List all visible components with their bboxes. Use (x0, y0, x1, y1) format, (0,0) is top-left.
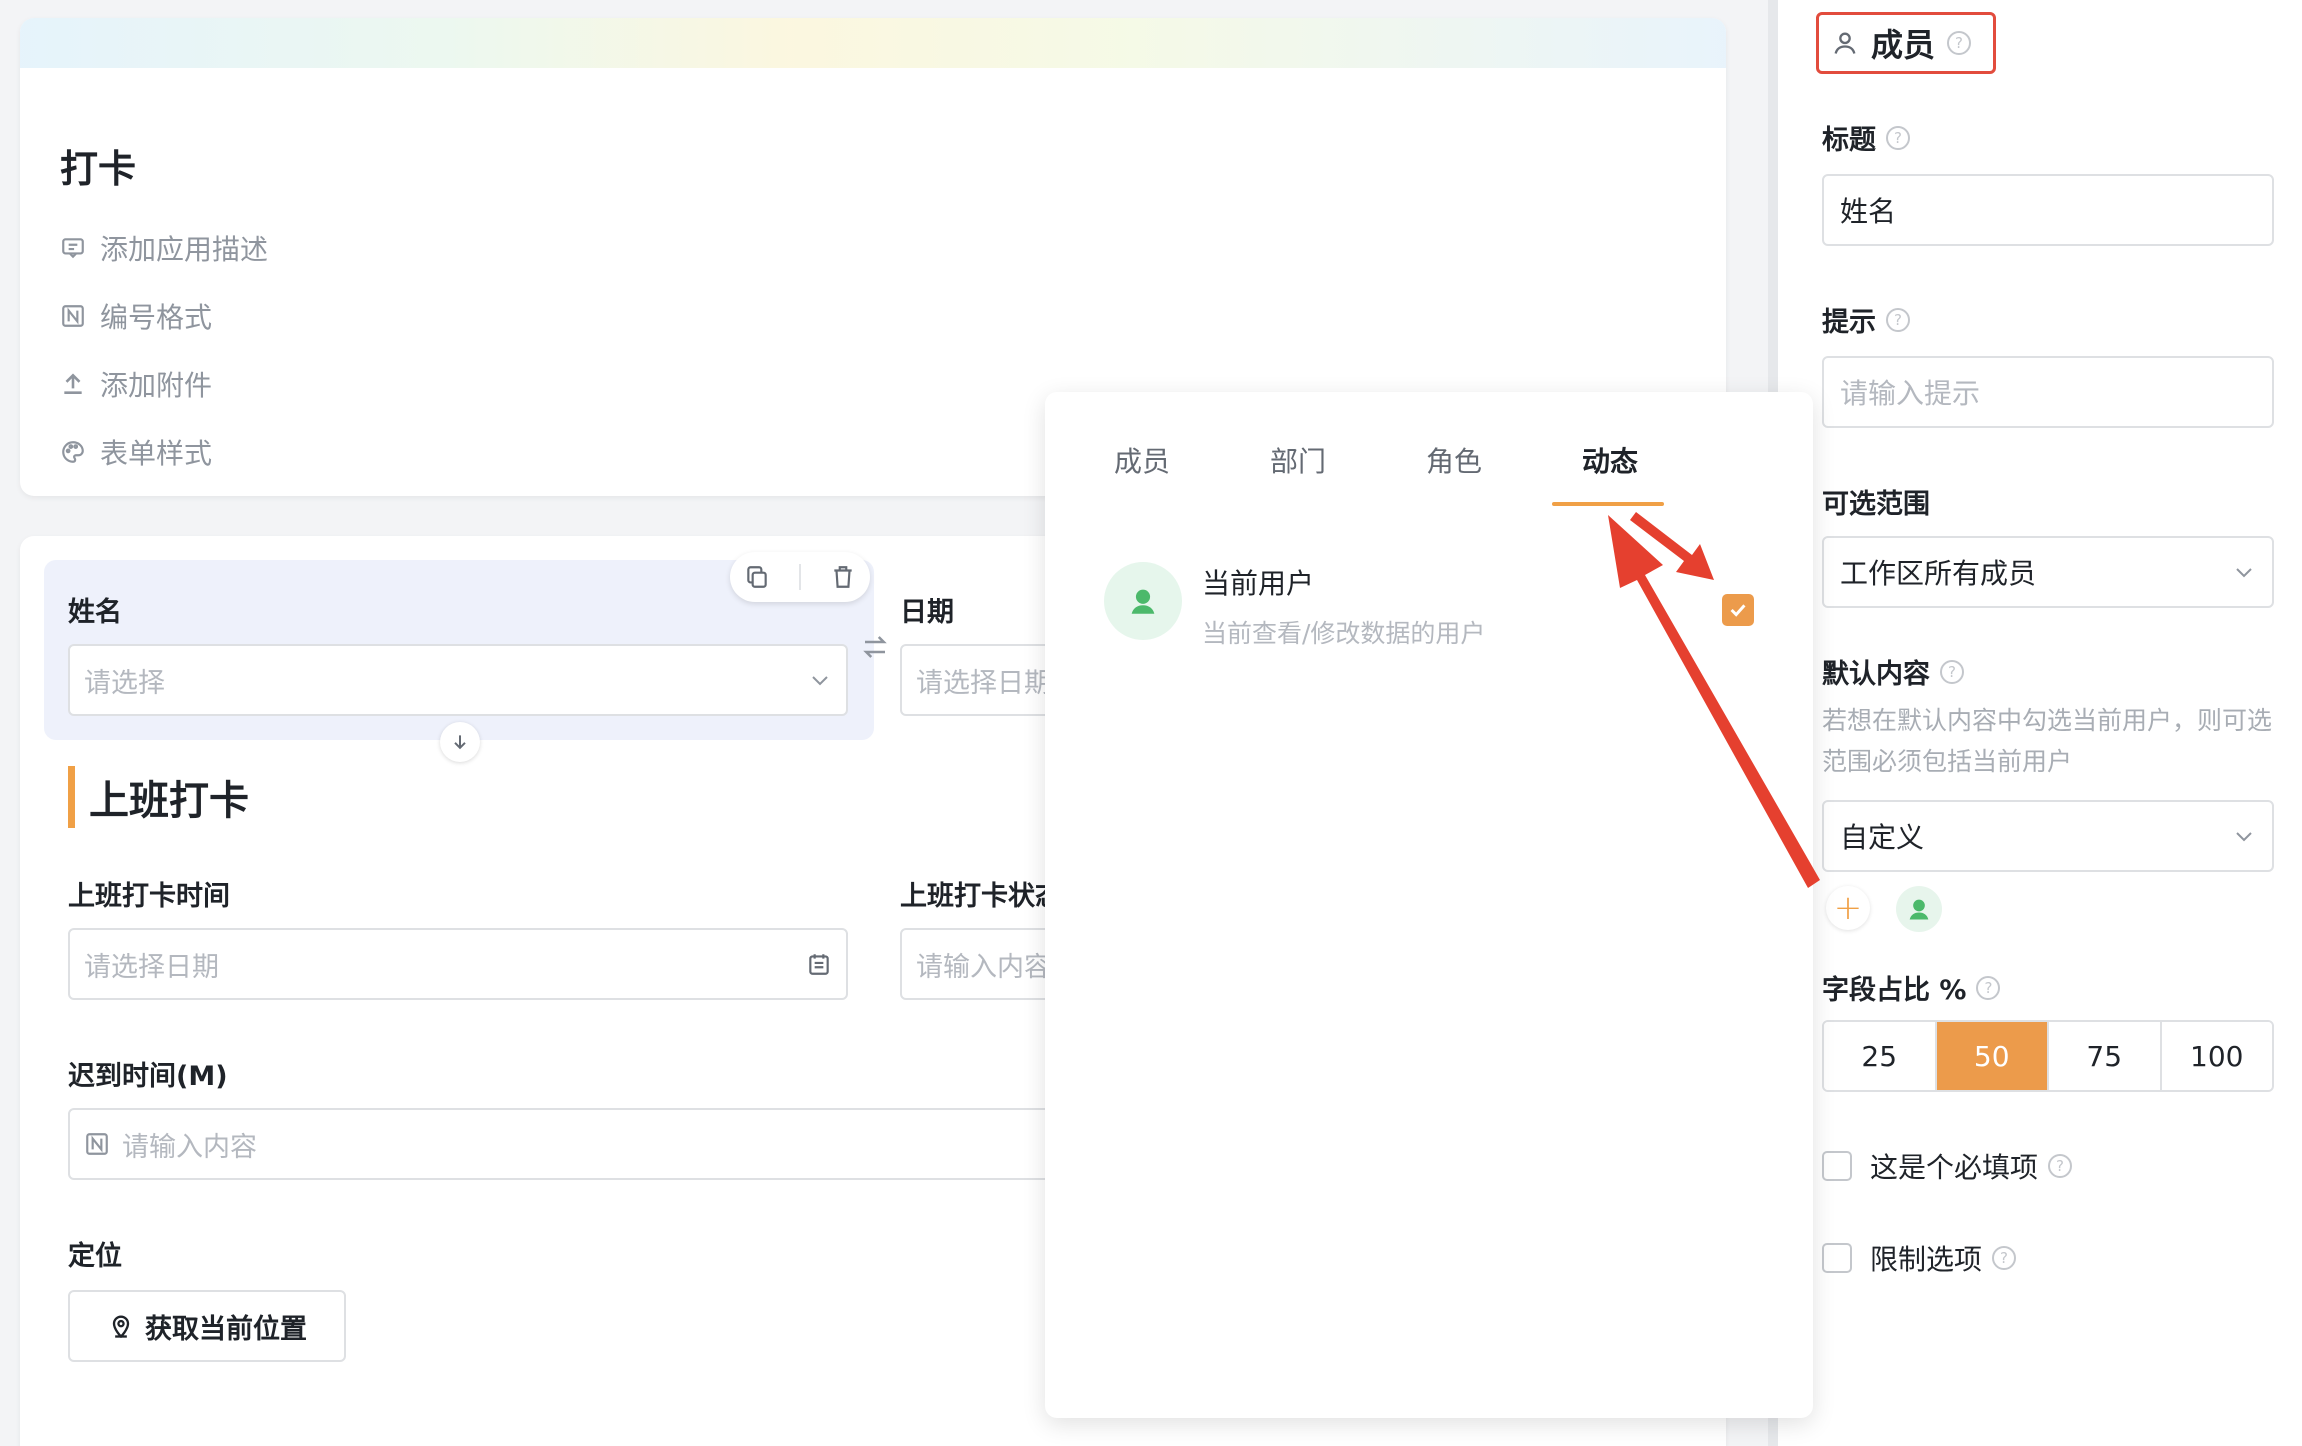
chevron-down-icon (2236, 568, 2252, 578)
swap-icon[interactable] (860, 632, 890, 666)
field-toolbar (730, 552, 870, 602)
form-style-label: 表单样式 (100, 437, 213, 470)
default-setting-text: 默认内容 (1822, 659, 1930, 690)
hint-setting-text: 提示 (1822, 307, 1876, 338)
range-setting-text: 可选范围 (1822, 489, 1930, 520)
help-icon[interactable]: ? (1992, 1246, 2017, 1270)
get-location-button[interactable]: 获取当前位置 (68, 1290, 346, 1362)
help-icon[interactable]: ? (2048, 1154, 2073, 1178)
name-select[interactable]: 请选择 (68, 644, 848, 716)
default-setting-label: 默认内容 ? (1822, 652, 1964, 691)
calendar-icon (809, 954, 829, 975)
tab-dynamic[interactable]: 动态 (1582, 440, 1638, 480)
location-label: 定位 (68, 1241, 122, 1272)
limit-checkbox[interactable] (1822, 1243, 1852, 1273)
current-user-avatar (1104, 562, 1182, 640)
default-select[interactable]: 自定义 (1822, 800, 2274, 872)
default-user-avatar[interactable] (1896, 886, 1942, 932)
add-default-button[interactable]: + (1826, 886, 1870, 930)
name-field-label: 姓名 (68, 597, 122, 628)
move-down-button[interactable] (440, 722, 480, 762)
default-note: 若想在默认内容中勾选当前用户，则可选范围必须包括当前用户 (1822, 706, 2273, 776)
checkin-time-placeholder: 请选择日期 (84, 951, 219, 983)
help-icon[interactable]: ? (1940, 659, 1964, 684)
upload-icon (64, 373, 82, 394)
title-setting-text: 标题 (1822, 125, 1876, 156)
name-select-placeholder: 请选择 (84, 667, 165, 699)
add-description-link[interactable]: 添加应用描述 (60, 228, 268, 268)
header-gradient (20, 18, 1726, 68)
checkin-status-placeholder: 请输入内容 (916, 951, 1051, 983)
hint-input[interactable]: 请输入提示 (1822, 356, 2274, 428)
range-select-value: 工作区所有成员 (1840, 557, 2037, 590)
number-format-icon (62, 305, 84, 327)
user-avatar-icon (1909, 899, 1929, 920)
required-checkbox[interactable] (1822, 1151, 1852, 1181)
help-icon[interactable]: ? (1886, 307, 1910, 332)
ratio-segmented-control: 25 50 75 100 (1822, 1020, 2274, 1092)
late-time-label: 迟到时间(M) (68, 1061, 228, 1092)
ratio-option-100[interactable]: 100 (2161, 1022, 2272, 1090)
current-user-desc: 当前查看/修改数据的用户 (1202, 619, 1486, 648)
ratio-option-75[interactable]: 75 (2049, 1022, 2162, 1090)
panel-header-title: 成员 (1871, 26, 1936, 64)
ratio-setting-text: 字段占比 % (1822, 975, 1967, 1006)
required-label: 这是个必填项 (1870, 1151, 2039, 1184)
member-picker-popup (1045, 392, 1813, 1418)
late-time-placeholder: 请输入内容 (122, 1131, 257, 1163)
number-icon (86, 1133, 108, 1155)
number-format-label: 编号格式 (100, 301, 213, 334)
default-select-value: 自定义 (1840, 821, 1925, 854)
ratio-setting-label: 字段占比 % ? (1822, 968, 2001, 1007)
hint-input-placeholder: 请输入提示 (1840, 377, 1981, 410)
tab-departments[interactable]: 部门 (1270, 440, 1326, 480)
title-setting-label: 标题 ? (1822, 118, 1910, 157)
required-option[interactable]: 这是个必填项 ? (1822, 1146, 2073, 1186)
chevron-down-icon (812, 676, 828, 686)
get-location-label: 获取当前位置 (145, 1313, 307, 1345)
hint-setting-label: 提示 ? (1822, 300, 1910, 339)
panel-header: 成员 ? (1816, 12, 1996, 74)
help-icon[interactable]: ? (1976, 975, 2001, 1000)
date-field-label: 日期 (900, 597, 954, 628)
user-avatar-icon (1131, 589, 1155, 614)
add-attachment-link[interactable]: 添加附件 (60, 364, 212, 404)
comment-icon (62, 238, 84, 259)
app-title[interactable]: 打卡 (60, 138, 136, 193)
tab-members[interactable]: 成员 (1114, 440, 1170, 480)
help-icon[interactable]: ? (1947, 31, 1972, 55)
title-input[interactable]: 姓名 (1822, 174, 2274, 246)
tab-indicator (1552, 502, 1664, 506)
trash-icon[interactable] (830, 564, 856, 590)
title-input-value: 姓名 (1840, 195, 1897, 228)
checkin-status-label: 上班打卡状态 (900, 881, 1062, 912)
chevron-down-icon (2236, 832, 2252, 842)
date-placeholder: 请选择日期 (916, 667, 1051, 699)
number-format-link[interactable]: 编号格式 (60, 296, 212, 336)
range-select[interactable]: 工作区所有成员 (1822, 536, 2274, 608)
arrow-down-icon (454, 735, 466, 750)
check-icon (1730, 604, 1746, 617)
checkin-time-input[interactable]: 请选择日期 (68, 928, 848, 1000)
add-attachment-label: 添加附件 (100, 369, 213, 402)
checkin-time-label: 上班打卡时间 (68, 881, 230, 912)
copy-icon[interactable] (744, 564, 770, 590)
limit-option[interactable]: 限制选项 ? (1822, 1238, 2017, 1278)
form-style-link[interactable]: 表单样式 (60, 432, 212, 472)
add-description-label: 添加应用描述 (100, 233, 269, 266)
palette-icon (62, 441, 84, 463)
current-user-name[interactable]: 当前用户 (1202, 562, 1314, 602)
toolbar-divider (798, 564, 801, 590)
ratio-option-25[interactable]: 25 (1824, 1022, 1937, 1090)
limit-label: 限制选项 (1870, 1243, 1983, 1276)
section-title: 上班打卡 (68, 766, 249, 828)
tab-roles[interactable]: 角色 (1426, 440, 1482, 480)
ratio-option-50[interactable]: 50 (1936, 1022, 2049, 1090)
range-setting-label: 可选范围 (1822, 482, 1930, 521)
current-user-checkbox[interactable] (1722, 594, 1754, 626)
help-icon[interactable]: ? (1886, 125, 1910, 150)
person-icon (1834, 32, 1856, 54)
location-pin-icon (112, 1315, 130, 1339)
